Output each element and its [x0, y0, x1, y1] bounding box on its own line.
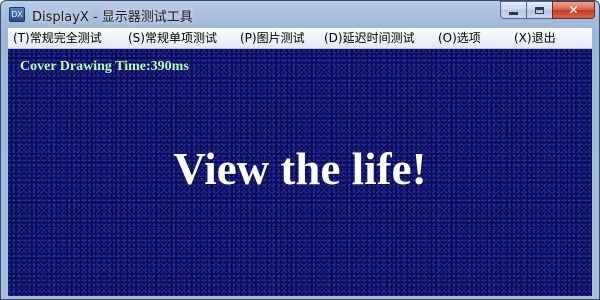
caption-buttons: ✕: [500, 1, 595, 20]
test-canvas[interactable]: Cover Drawing Time:390ms View the life!: [8, 49, 592, 296]
drawing-time-label: Cover Drawing Time:390ms: [20, 59, 189, 74]
title-bar[interactable]: DX DisplayX - 显示器测试工具 ✕: [1, 1, 599, 27]
menu-item-exit[interactable]: (X)退出: [514, 28, 556, 48]
app-window: DX DisplayX - 显示器测试工具 ✕ (T)常规完全测试 (S)常规单…: [0, 0, 600, 300]
app-icon[interactable]: DX: [9, 7, 25, 22]
menu-item-full-test[interactable]: (T)常规完全测试: [13, 28, 102, 48]
window-title: DisplayX - 显示器测试工具: [32, 10, 193, 25]
menu-item-single-test[interactable]: (S)常规单项测试: [128, 28, 217, 48]
maximize-button[interactable]: [526, 1, 552, 19]
menu-item-picture-test[interactable]: (P)图片测试: [240, 28, 305, 48]
menu-item-options[interactable]: (O)选项: [438, 28, 481, 48]
menu-bar: (T)常规完全测试 (S)常规单项测试 (P)图片测试 (D)延迟时间测试 (O…: [8, 28, 592, 49]
close-icon: ✕: [568, 3, 579, 17]
close-button[interactable]: ✕: [552, 1, 595, 19]
minimize-icon: [509, 11, 518, 15]
menu-item-latency-test[interactable]: (D)延迟时间测试: [324, 28, 415, 48]
headline-text: View the life!: [173, 144, 427, 194]
minimize-button[interactable]: [500, 1, 526, 19]
maximize-icon: [535, 6, 544, 14]
